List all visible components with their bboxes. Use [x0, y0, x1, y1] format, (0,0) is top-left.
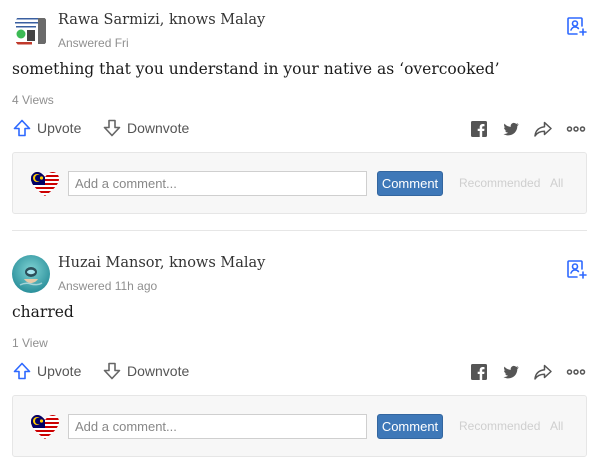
upvote-icon	[13, 362, 31, 380]
comment-box: Comment Recommended All	[12, 152, 587, 214]
downvote-icon	[103, 362, 121, 380]
downvote-icon	[103, 119, 121, 137]
malaysia-flag-heart-icon	[30, 414, 60, 440]
facebook-icon[interactable]	[470, 363, 488, 381]
follow-user-icon[interactable]	[564, 257, 588, 281]
share-icon[interactable]	[533, 362, 552, 380]
answer-text: something that you understand in your na…	[12, 60, 500, 78]
upvote-label: Upvote	[37, 363, 82, 379]
downvote-label: Downvote	[127, 120, 190, 136]
twitter-icon[interactable]	[502, 120, 520, 138]
comment-box: Comment Recommended All	[12, 395, 587, 457]
downvote-label: Downvote	[127, 363, 190, 379]
view-count: 1 View	[12, 336, 48, 350]
follow-user-icon[interactable]	[564, 14, 588, 38]
malaysia-flag-heart-icon	[30, 171, 60, 197]
sort-all[interactable]: All	[550, 419, 563, 433]
more-icon[interactable]	[566, 363, 586, 381]
view-count: 4 Views	[12, 93, 54, 107]
upvote-label: Upvote	[37, 120, 82, 136]
upvote-icon	[13, 119, 31, 137]
downvote-button[interactable]: Downvote	[102, 361, 189, 381]
facebook-icon[interactable]	[470, 120, 488, 138]
sort-recommended[interactable]: Recommended	[459, 419, 540, 433]
upvote-button[interactable]: Upvote	[12, 361, 81, 381]
answer-timestamp[interactable]: Answered Fri	[58, 36, 129, 50]
avatar[interactable]	[12, 255, 50, 293]
comment-button[interactable]: Comment	[377, 171, 443, 196]
answer-timestamp[interactable]: Answered 11h ago	[58, 279, 157, 293]
comment-input[interactable]	[68, 414, 367, 439]
comment-button[interactable]: Comment	[377, 414, 443, 439]
answer-divider	[12, 230, 587, 231]
author-name[interactable]: Rawa Sarmizi, knows Malay	[58, 12, 265, 28]
answer-text: charred	[12, 303, 74, 321]
sort-recommended[interactable]: Recommended	[459, 176, 540, 190]
twitter-icon[interactable]	[502, 363, 520, 381]
author-name[interactable]: Huzai Mansor, knows Malay	[58, 255, 265, 271]
more-icon[interactable]	[566, 120, 586, 138]
downvote-button[interactable]: Downvote	[102, 118, 189, 138]
avatar[interactable]	[12, 12, 50, 50]
comment-input[interactable]	[68, 171, 367, 196]
upvote-button[interactable]: Upvote	[12, 118, 81, 138]
sort-all[interactable]: All	[550, 176, 563, 190]
share-icon[interactable]	[533, 119, 552, 137]
